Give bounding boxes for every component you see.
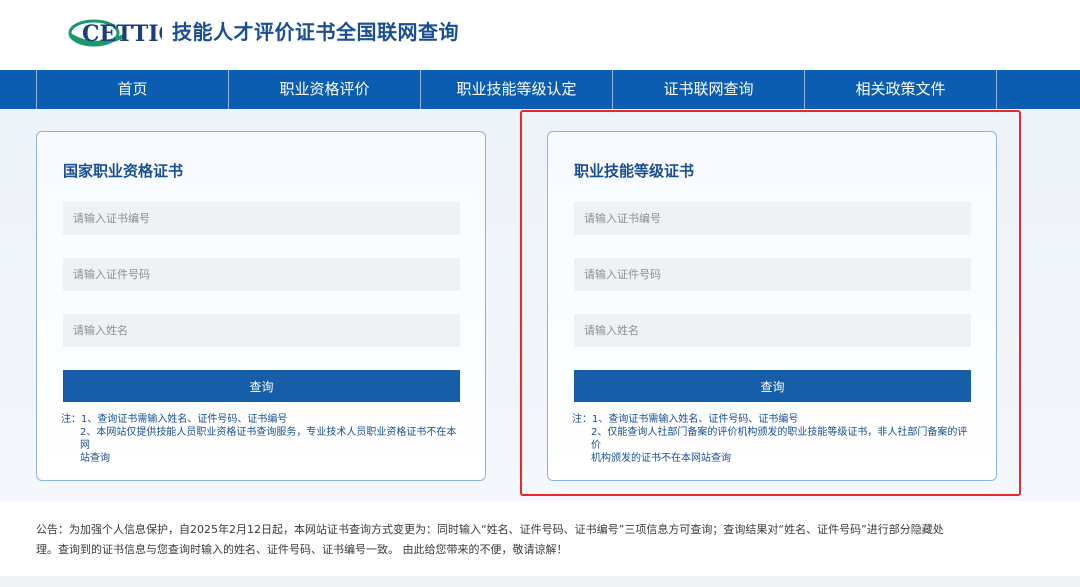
nav-item-vocational-qualification[interactable]: 职业资格评价 xyxy=(228,70,420,109)
nav-item-cert-query[interactable]: 证书联网查询 xyxy=(612,70,804,109)
name-input[interactable] xyxy=(63,314,460,347)
card-title: 职业技能等级证书 xyxy=(574,162,695,180)
announcement-line: 公告：为加强个人信息保护，自2025年2月12日起，本网站证书查询方式变更为：同… xyxy=(36,523,944,536)
nav-item-home[interactable]: 首页 xyxy=(36,70,228,109)
card-title: 国家职业资格证书 xyxy=(63,162,184,180)
national-qualification-card: 国家职业资格证书 查询 注：1、查询证书需输入姓名、证件号码、证书编号 2、本网… xyxy=(36,131,486,481)
note-line: 注：1、查询证书需输入姓名、证件号码、证书编号 xyxy=(572,414,799,425)
query-area: 国家职业资格证书 查询 注：1、查询证书需输入姓名、证件号码、证书编号 2、本网… xyxy=(0,109,1080,501)
card-notes: 注：1、查询证书需输入姓名、证件号码、证书编号 2、仅能查询人社部门备案的评价机… xyxy=(572,413,977,465)
id-number-input[interactable] xyxy=(574,258,971,291)
note-line: 注：1、查询证书需输入姓名、证件号码、证书编号 xyxy=(61,414,288,425)
footer-strip xyxy=(0,576,1080,587)
note-line: 2、本网站仅提供技能人员职业资格证书查询服务，专业技术人员职业资格证书不在本网 xyxy=(80,427,457,451)
note-line: 2、仅能查询人社部门备案的评价机构颁发的职业技能等级证书，非人社部门备案的评价 xyxy=(591,427,968,451)
announcement: 公告：为加强个人信息保护，自2025年2月12日起，本网站证书查询方式变更为：同… xyxy=(36,520,1006,560)
skill-level-card: 职业技能等级证书 查询 注：1、查询证书需输入姓名、证件号码、证书编号 2、仅能… xyxy=(547,131,997,481)
main-nav: 首页 职业资格评价 职业技能等级认定 证书联网查询 相关政策文件 xyxy=(0,70,1080,109)
logo-text: CETTIC xyxy=(82,21,162,47)
nav-item-policy-docs[interactable]: 相关政策文件 xyxy=(804,70,996,109)
query-button[interactable]: 查询 xyxy=(63,370,460,402)
site-title: 技能人才评价证书全国联网查询 xyxy=(172,20,459,44)
site-header: CETTIC 技能人才评价证书全国联网查询 xyxy=(0,0,1080,70)
note-line: 站查询 xyxy=(80,453,110,464)
card-notes: 注：1、查询证书需输入姓名、证件号码、证书编号 2、本网站仅提供技能人员职业资格… xyxy=(61,413,466,465)
query-button[interactable]: 查询 xyxy=(574,370,971,402)
cettic-logo-icon[interactable]: CETTIC xyxy=(68,16,162,50)
cert-number-input[interactable] xyxy=(574,202,971,235)
announcement-line: 理。查询到的证书信息与您查询时输入的姓名、证件号码、证书编号一致。 由此给您带来… xyxy=(36,543,568,556)
note-line: 机构颁发的证书不在本网站查询 xyxy=(591,453,731,464)
name-input[interactable] xyxy=(574,314,971,347)
nav-item-skill-level[interactable]: 职业技能等级认定 xyxy=(420,70,612,109)
id-number-input[interactable] xyxy=(63,258,460,291)
cert-number-input[interactable] xyxy=(63,202,460,235)
nav-divider xyxy=(996,70,997,109)
